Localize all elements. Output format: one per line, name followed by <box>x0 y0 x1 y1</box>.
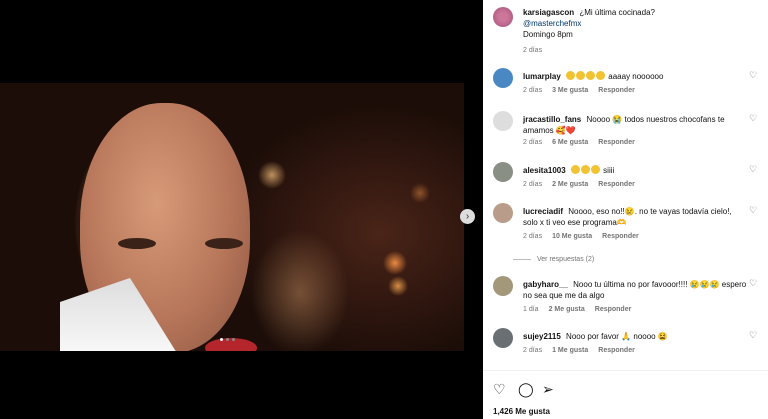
comment-user[interactable]: lucreciadif <box>523 207 563 216</box>
avatar[interactable] <box>493 111 513 131</box>
comment-user[interactable]: alesita1003 <box>523 166 566 175</box>
comment-icon[interactable]: ◯ <box>518 381 534 398</box>
comment-text: aaaay noooooo <box>608 72 664 81</box>
comment-user[interactable]: jracastillo_fans <box>523 115 581 124</box>
comment-text: Nooo por favor 🙏 noooo 😫 <box>566 332 668 341</box>
avatar[interactable] <box>493 276 513 296</box>
comment-likes[interactable]: 2 Me gusta <box>552 181 588 188</box>
comment-text: siiii <box>603 166 615 175</box>
heart-icon[interactable]: ♡ <box>749 71 758 80</box>
reply-button[interactable]: Responder <box>598 347 635 354</box>
avatar[interactable] <box>493 328 513 348</box>
caption-schedule: Domingo 8pm <box>523 30 573 39</box>
heart-icon[interactable]: ♡ <box>493 381 506 398</box>
sad-emoji-icon <box>566 71 576 80</box>
mention-link[interactable]: @masterchefmx <box>523 19 581 28</box>
heart-icon[interactable]: ♡ <box>749 206 758 215</box>
heart-icon[interactable]: ♡ <box>749 114 758 123</box>
post-photo <box>0 83 464 351</box>
comment-user[interactable]: gabyharo__ <box>523 280 568 289</box>
post-actions: ♡ ◯ ➢ <box>483 370 768 397</box>
view-replies-button[interactable]: Ver respuestas (2) <box>513 256 594 263</box>
reply-button[interactable]: Responder <box>598 139 635 146</box>
heart-icon[interactable]: ♡ <box>749 165 758 174</box>
likes-count[interactable]: 1,426 Me gusta <box>493 407 550 416</box>
avatar[interactable] <box>493 68 513 88</box>
reply-button[interactable]: Responder <box>598 181 635 188</box>
post-media: › <box>0 0 483 419</box>
avatar[interactable] <box>493 162 513 182</box>
comment-user[interactable]: lumarplay <box>523 72 561 81</box>
heart-icon[interactable]: ♡ <box>749 331 758 340</box>
scream-emoji-icon <box>590 165 600 174</box>
carousel-dots <box>220 338 235 341</box>
next-photo-button[interactable]: › <box>460 209 475 224</box>
comment-likes[interactable]: 2 Me gusta <box>549 306 585 313</box>
sad-emoji-icon <box>596 71 606 80</box>
avatar[interactable] <box>493 203 513 223</box>
author-username[interactable]: karsiagascon <box>523 8 574 17</box>
comment-likes[interactable]: 10 Me gusta <box>552 233 592 240</box>
post-side-panel: karsiagascon ¿Mi última cocinada? @maste… <box>483 0 768 419</box>
reply-button[interactable]: Responder <box>602 233 639 240</box>
author-avatar[interactable] <box>493 7 513 27</box>
comment-likes[interactable]: 3 Me gusta <box>552 87 588 94</box>
sad-emoji-icon <box>586 71 596 80</box>
caption-text: ¿Mi última cocinada? <box>579 8 655 17</box>
reply-button[interactable]: Responder <box>595 306 632 313</box>
heart-icon[interactable]: ♡ <box>749 279 758 288</box>
comment-likes[interactable]: 6 Me gusta <box>552 139 588 146</box>
post-time: 2 días <box>523 47 543 54</box>
scream-emoji-icon <box>570 165 580 174</box>
sad-emoji-icon <box>576 71 586 80</box>
share-icon[interactable]: ➢ <box>542 381 554 398</box>
comment-user[interactable]: sujey2115 <box>523 332 561 341</box>
reply-button[interactable]: Responder <box>598 87 635 94</box>
comment-likes[interactable]: 1 Me gusta <box>552 347 588 354</box>
scream-emoji-icon <box>580 165 590 174</box>
